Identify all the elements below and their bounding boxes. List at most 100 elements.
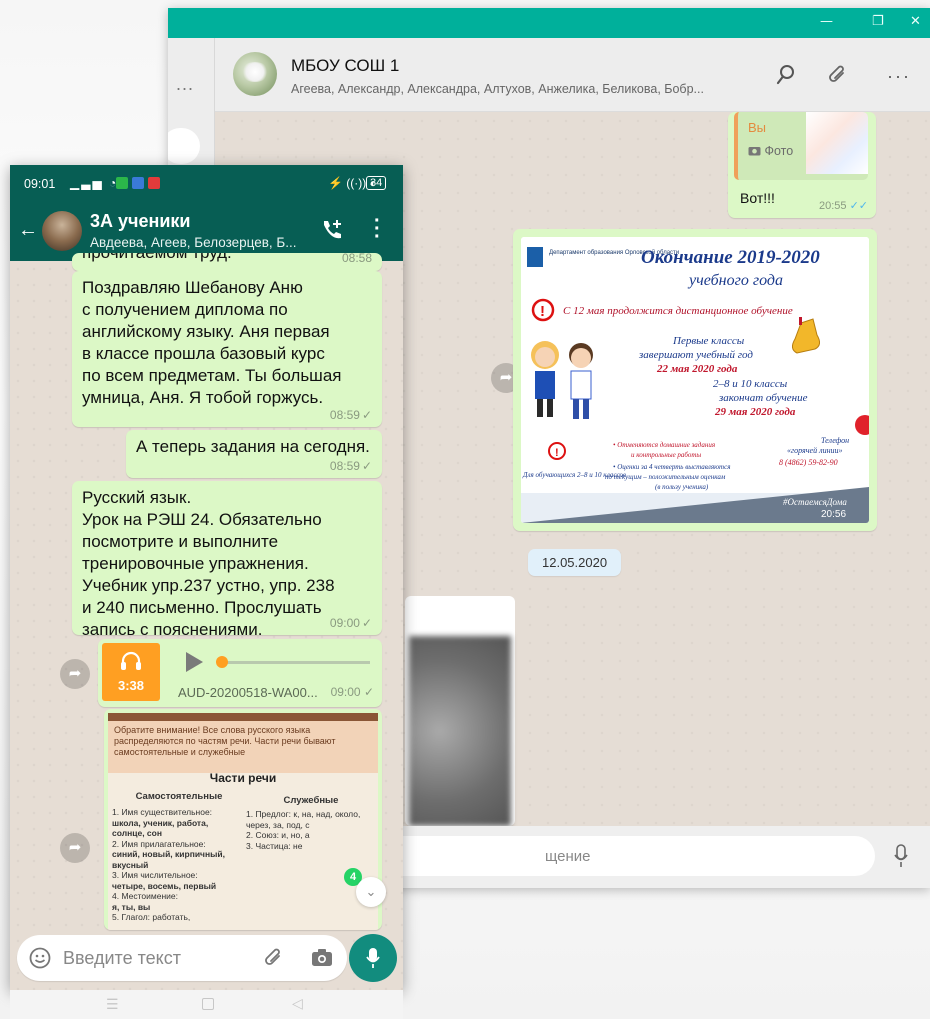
poster-phone-label: Телефон: [821, 436, 849, 445]
status-time: 09:01: [24, 177, 56, 191]
poster-first-2: завершают учебный год: [638, 349, 753, 361]
textbook-col2-head: Служебные: [283, 795, 339, 806]
audio-duration: 3:38: [117, 678, 145, 693]
video-message-bubble[interactable]: [405, 596, 515, 826]
audio-time: 09:00 ✓: [330, 685, 374, 699]
play-icon[interactable]: [184, 651, 204, 678]
window-titlebar: — ❐ ✕: [168, 8, 930, 38]
close-button[interactable]: ✕: [910, 14, 921, 29]
microphone-button[interactable]: [349, 934, 397, 982]
chat-title[interactable]: МБОУ СОШ 1: [291, 56, 399, 76]
audio-message-bubble[interactable]: 3:38 AUD-20200518-WA00... 09:00 ✓: [98, 639, 382, 707]
poster-title-2: учебного года: [687, 272, 783, 289]
camera-icon: [748, 147, 761, 156]
message-text: Поздравляю Шебанову Аню с получением дип…: [82, 278, 342, 407]
quote-thumbnail: [806, 112, 868, 174]
scroll-down-button[interactable]: ⌄: [356, 877, 386, 907]
chat-participants[interactable]: Агеева, Александр, Александра, Алтухов, …: [291, 82, 704, 96]
poster-hashtag: #ОстаемсяДома: [783, 497, 847, 507]
message-time: 08:59 ✓: [329, 408, 372, 422]
maximize-button[interactable]: ❐: [872, 14, 884, 29]
poster-first-1: Первые классы: [672, 335, 745, 347]
reply-time: 20:55 ✓✓: [818, 200, 868, 212]
message-input-placeholder: щение: [545, 848, 591, 865]
message-time: 09:00 ✓: [329, 616, 372, 630]
app-icon-green: [116, 177, 128, 189]
quoted-photo[interactable]: Вы Фото: [734, 112, 868, 180]
phone-whatsapp-screen: 09:01 ▁▃▅ ◔ ⚡ ((·)) ◐ 34 ← 3А ученики Ав…: [10, 165, 403, 990]
app-icon-blue: [132, 177, 144, 189]
camera-icon[interactable]: [311, 948, 333, 972]
audio-progress-track[interactable]: [220, 661, 370, 664]
quote-photo-label: Фото: [748, 144, 793, 158]
battery-indicator: 34: [366, 176, 387, 190]
microphone-icon: [366, 948, 380, 968]
message-bubble[interactable]: Поздравляю Шебанову Аню с получением дип…: [72, 271, 382, 427]
more-options-icon[interactable]: ···: [374, 211, 381, 247]
minimize-button[interactable]: —: [820, 14, 833, 29]
poster-bullet-2: • Оценки за 4 четверть выставляются: [613, 463, 730, 471]
poster-bullet-2c: (в пользу ученика): [655, 483, 709, 491]
group-avatar[interactable]: [42, 211, 82, 251]
poster-bullet-1b: и контрольные работы: [631, 451, 701, 459]
microphone-icon[interactable]: [894, 844, 908, 873]
message-input-placeholder: Введите текст: [63, 948, 181, 968]
textbook-col1-head: Самостоятельные: [135, 791, 223, 802]
photo-message-bubble[interactable]: Обратите внимание! Все слова русского яз…: [104, 709, 382, 930]
chat-title[interactable]: 3А ученики: [90, 211, 191, 232]
audio-filename: AUD-20200518-WA00...: [178, 685, 318, 700]
poster-time: 20:56: [821, 509, 846, 520]
more-options-icon[interactable]: ···: [887, 66, 911, 87]
poster-bullet-2b: по текущим – положительным оценкам: [605, 473, 726, 481]
poster-graphic: Департамент образования Орловской област…: [521, 237, 869, 523]
poster-grades-1: 2–8 и 10 классы: [713, 378, 788, 390]
textbook-col1: 1. Имя существительное: школа, ученик, р…: [112, 807, 225, 922]
textbook-banner: Обратите внимание! Все слова русского яз…: [108, 721, 378, 773]
screenshot-collage: — ❐ ✕ ... МБОУ СОШ 1 Агеева, Александр, …: [0, 0, 930, 1019]
svg-text:!: !: [555, 447, 559, 459]
partial-message-time: 08:58: [341, 253, 372, 265]
sent-tick-icon: ✓: [361, 408, 372, 422]
headphones-icon: [121, 651, 141, 670]
recent-apps-icon[interactable]: ☰: [106, 996, 119, 1013]
message-text: А теперь задания на сегодня.: [136, 437, 370, 456]
poster-bullet-1: • Отменяются домашние задания: [613, 441, 715, 449]
sent-tick-icon: ✓: [361, 459, 372, 473]
poster-phone-number: 8 (4862) 59-82-90: [779, 458, 838, 467]
blurred-video-thumbnail[interactable]: [409, 636, 511, 826]
menu-icon[interactable]: ...: [176, 74, 194, 95]
textbook-title: Части речи: [209, 771, 277, 785]
forward-icon[interactable]: ➦: [60, 833, 90, 863]
poster-image[interactable]: Департамент образования Орловской област…: [521, 237, 869, 523]
date-chip: 12.05.2020: [528, 549, 622, 576]
partial-message-bubble[interactable]: прочитаемом труд. 08:58: [72, 253, 382, 271]
search-field-stub[interactable]: [168, 128, 200, 164]
phone-composer: Введите текст: [10, 930, 403, 990]
search-icon[interactable]: [776, 64, 798, 91]
add-call-icon[interactable]: [320, 218, 342, 245]
group-avatar[interactable]: [233, 52, 277, 96]
home-icon[interactable]: [202, 998, 214, 1010]
poster-phone-sub: «горячей линии»: [787, 446, 843, 455]
signal-icons: ▁▃▅ ◔: [70, 176, 119, 190]
android-nav-bar: ☰ ◁: [10, 990, 403, 1019]
chat-header: МБОУ СОШ 1 Агеева, Александр, Александра…: [215, 38, 930, 112]
message-time: 08:59 ✓: [329, 459, 372, 473]
forward-icon[interactable]: ➦: [60, 659, 90, 689]
paperclip-icon[interactable]: [263, 947, 285, 974]
emoji-icon[interactable]: [29, 947, 51, 974]
reply-text: Вот!!!: [740, 190, 775, 206]
message-bubble[interactable]: Русский язык. Урок на РЭШ 24. Обязательн…: [72, 481, 382, 639]
paperclip-icon[interactable]: [827, 64, 849, 91]
audio-progress-handle[interactable]: [216, 656, 228, 668]
back-icon[interactable]: ◁: [292, 995, 303, 1012]
message-bubble[interactable]: А теперь задания на сегодня. 08:59 ✓: [126, 430, 382, 478]
poster-message-bubble[interactable]: Департамент образования Орловской област…: [513, 229, 877, 531]
chat-participants[interactable]: Авдеева, Агеев, Белозерцев, Б...: [90, 235, 297, 250]
message-input[interactable]: Введите текст: [17, 935, 347, 981]
textbook-photo[interactable]: Обратите внимание! Все слова русского яз…: [108, 713, 378, 930]
textbook-col2: 1. Предлог: к, на, над, около, через, за…: [246, 809, 361, 851]
reply-message-bubble[interactable]: Вы Фото Вот!!! 20:55 ✓✓: [728, 112, 876, 218]
sent-tick-icon: ✓: [361, 616, 372, 630]
back-arrow-icon[interactable]: ←: [18, 219, 38, 242]
